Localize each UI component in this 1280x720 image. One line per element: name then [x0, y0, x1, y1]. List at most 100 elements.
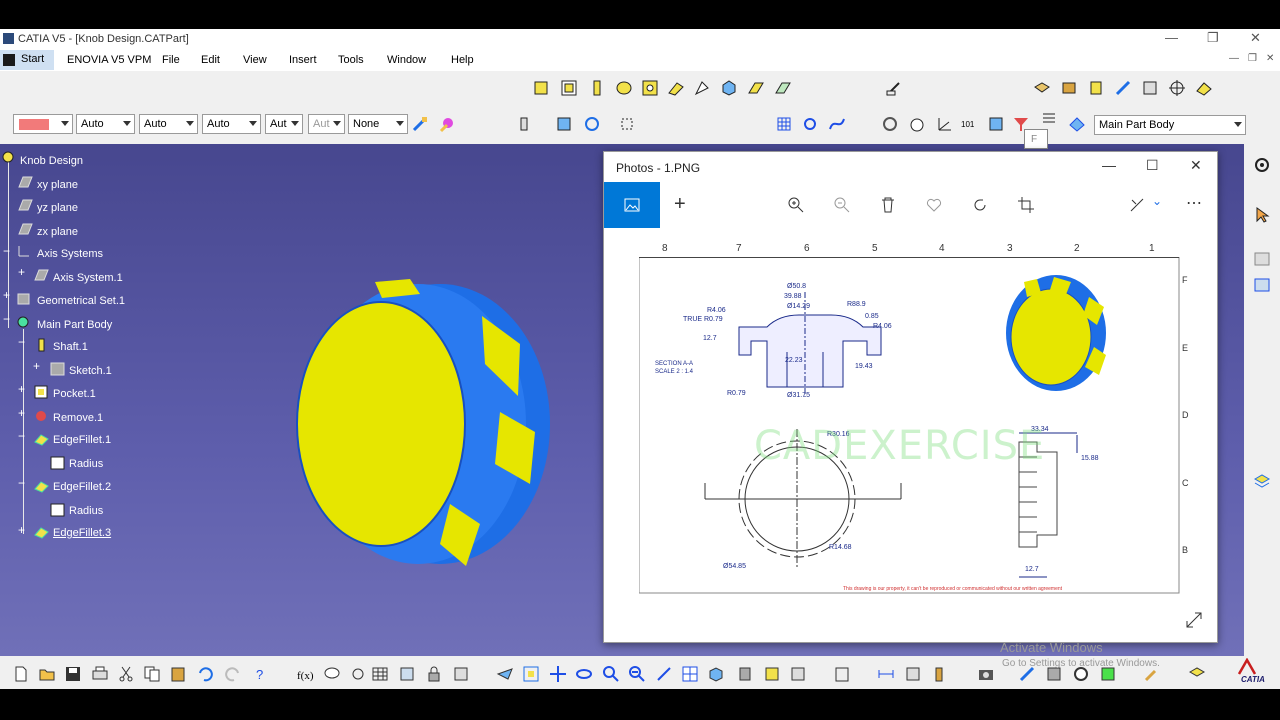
zoom-in-icon[interactable]	[602, 665, 620, 683]
layers-icon[interactable]	[987, 115, 1005, 133]
knowledge-icon[interactable]	[555, 115, 573, 133]
tree-node-radius-1[interactable]: Radius	[69, 458, 103, 470]
zoom-out-icon[interactable]	[833, 196, 851, 214]
groove-icon[interactable]	[615, 79, 633, 97]
tree-node-remove-1[interactable]: Remove.1	[53, 412, 103, 424]
normal-view-icon[interactable]	[655, 665, 673, 683]
rotate-view-icon[interactable]	[575, 665, 593, 683]
rib-icon[interactable]	[667, 79, 685, 97]
comment-icon[interactable]	[323, 665, 341, 683]
paste-icon[interactable]	[169, 665, 187, 683]
stiffener-icon[interactable]	[720, 79, 738, 97]
knob-3d-model[interactable]	[280, 274, 550, 574]
list-icon[interactable]	[1040, 109, 1058, 127]
more-icon[interactable]: ⋯	[1186, 193, 1202, 213]
stack-icon[interactable]	[1253, 472, 1271, 490]
body-combo[interactable]: Main Part Body	[1094, 115, 1246, 135]
expand-icon[interactable]: −	[18, 335, 25, 349]
tree-node-main-part-body[interactable]: Main Part Body	[37, 319, 112, 331]
whats-this-icon[interactable]: ?	[252, 665, 270, 683]
doc-minimize-icon[interactable]: —	[1229, 53, 1239, 64]
doc-close-icon[interactable]: ✕	[1266, 53, 1274, 64]
layer-a-combo[interactable]: Aut	[265, 114, 303, 134]
fill-color-combo[interactable]	[13, 114, 73, 134]
photos-minimize-icon[interactable]: —	[1102, 157, 1116, 173]
tree-node-edge-fillet-2[interactable]: EdgeFillet.2	[53, 481, 111, 493]
menu-edit[interactable]: Edit	[201, 54, 220, 66]
hide-show-icon[interactable]	[763, 665, 781, 683]
print-icon[interactable]	[91, 665, 109, 683]
expand-icon[interactable]: +	[33, 359, 40, 373]
gear-icon[interactable]	[1253, 156, 1271, 174]
tree-node-edge-fillet-3[interactable]: EdgeFillet.3	[53, 527, 111, 539]
tree-node-axis-systems[interactable]: Axis Systems	[37, 248, 103, 260]
menu-help[interactable]: Help	[451, 54, 474, 66]
measure-inertia-icon[interactable]	[1141, 79, 1159, 97]
minimize-icon[interactable]: —	[1165, 30, 1178, 45]
save-icon[interactable]	[64, 665, 82, 683]
copy-icon[interactable]	[143, 665, 161, 683]
table-icon[interactable]	[371, 665, 389, 683]
delete-icon[interactable]	[879, 196, 897, 214]
new-file-icon[interactable]	[12, 665, 30, 683]
binary-icon[interactable]: 101	[960, 115, 978, 133]
chevron-down-icon[interactable]: ⌄	[1152, 194, 1162, 208]
removed-multi-section-icon[interactable]	[774, 79, 792, 97]
knowledge-icon[interactable]	[349, 665, 367, 683]
tree-node-radius-2[interactable]: Radius	[69, 505, 103, 517]
measure-item-icon[interactable]	[904, 665, 922, 683]
iso-view-icon[interactable]	[707, 665, 725, 683]
stack-icon[interactable]	[1188, 665, 1206, 683]
shaft-icon[interactable]	[588, 79, 606, 97]
pan-icon[interactable]	[549, 665, 567, 683]
edit-icon[interactable]	[1128, 196, 1146, 214]
shading-icon[interactable]	[736, 665, 754, 683]
measure-between-icon[interactable]	[877, 665, 895, 683]
formula-icon[interactable]: f(x)	[297, 665, 315, 683]
clipboard-icon[interactable]	[833, 665, 851, 683]
menu-file[interactable]: File	[162, 54, 180, 66]
select-arrow-icon[interactable]	[1253, 206, 1271, 224]
slot-icon[interactable]	[693, 79, 711, 97]
point-combo[interactable]: Auto	[202, 114, 261, 134]
expand-icon[interactable]: −	[18, 476, 25, 490]
measure-icon[interactable]	[1087, 79, 1105, 97]
constraint-icon[interactable]	[518, 115, 536, 133]
grid-icon[interactable]	[775, 115, 793, 133]
fullscreen-icon[interactable]	[1185, 611, 1203, 629]
catalog-icon[interactable]	[1060, 79, 1078, 97]
crop-icon[interactable]	[1017, 196, 1035, 214]
open-folder-icon[interactable]	[38, 665, 56, 683]
thickness-combo[interactable]: Auto	[139, 114, 198, 134]
tree-node-pocket-1[interactable]: Pocket.1	[53, 388, 96, 400]
tree-node-shaft-1[interactable]: Shaft.1	[53, 341, 88, 353]
restore-icon[interactable]: ❐	[1207, 30, 1219, 46]
pad-icon[interactable]	[532, 79, 550, 97]
menu-window[interactable]: Window	[387, 54, 426, 66]
expand-icon[interactable]: +	[18, 523, 25, 537]
expand-icon[interactable]: −	[18, 429, 25, 443]
expand-icon[interactable]: +	[18, 406, 25, 420]
apply-material-icon[interactable]	[1033, 79, 1051, 97]
fit-icon[interactable]	[618, 115, 636, 133]
render-icon[interactable]	[1195, 79, 1213, 97]
linetype-combo[interactable]: Auto	[76, 114, 135, 134]
part-body-icon[interactable]	[1068, 115, 1086, 133]
tree-node-sketch-1[interactable]: Sketch.1	[69, 365, 112, 377]
menu-enovia[interactable]: ENOVIA V5 VPM	[67, 54, 151, 66]
pocket-icon[interactable]	[560, 79, 578, 97]
pan-hand-icon[interactable]	[908, 115, 926, 133]
tree-node-xy-plane[interactable]: xy plane	[37, 179, 78, 191]
fly-icon[interactable]	[496, 665, 514, 683]
menu-start[interactable]: Start	[0, 50, 54, 70]
snap-icon[interactable]	[801, 115, 819, 133]
tree-node-yz-plane[interactable]: yz plane	[37, 202, 78, 214]
painter-icon[interactable]	[411, 115, 429, 133]
doc-restore-icon[interactable]: ❐	[1248, 53, 1257, 64]
rotate-icon[interactable]	[971, 196, 989, 214]
fit-all-icon[interactable]	[522, 665, 540, 683]
tree-node-edge-fillet-1[interactable]: EdgeFillet.1	[53, 434, 111, 446]
tree-root[interactable]: Knob Design	[20, 155, 83, 167]
sketch-plane-icon[interactable]	[1253, 250, 1271, 268]
refresh-icon[interactable]	[881, 115, 899, 133]
